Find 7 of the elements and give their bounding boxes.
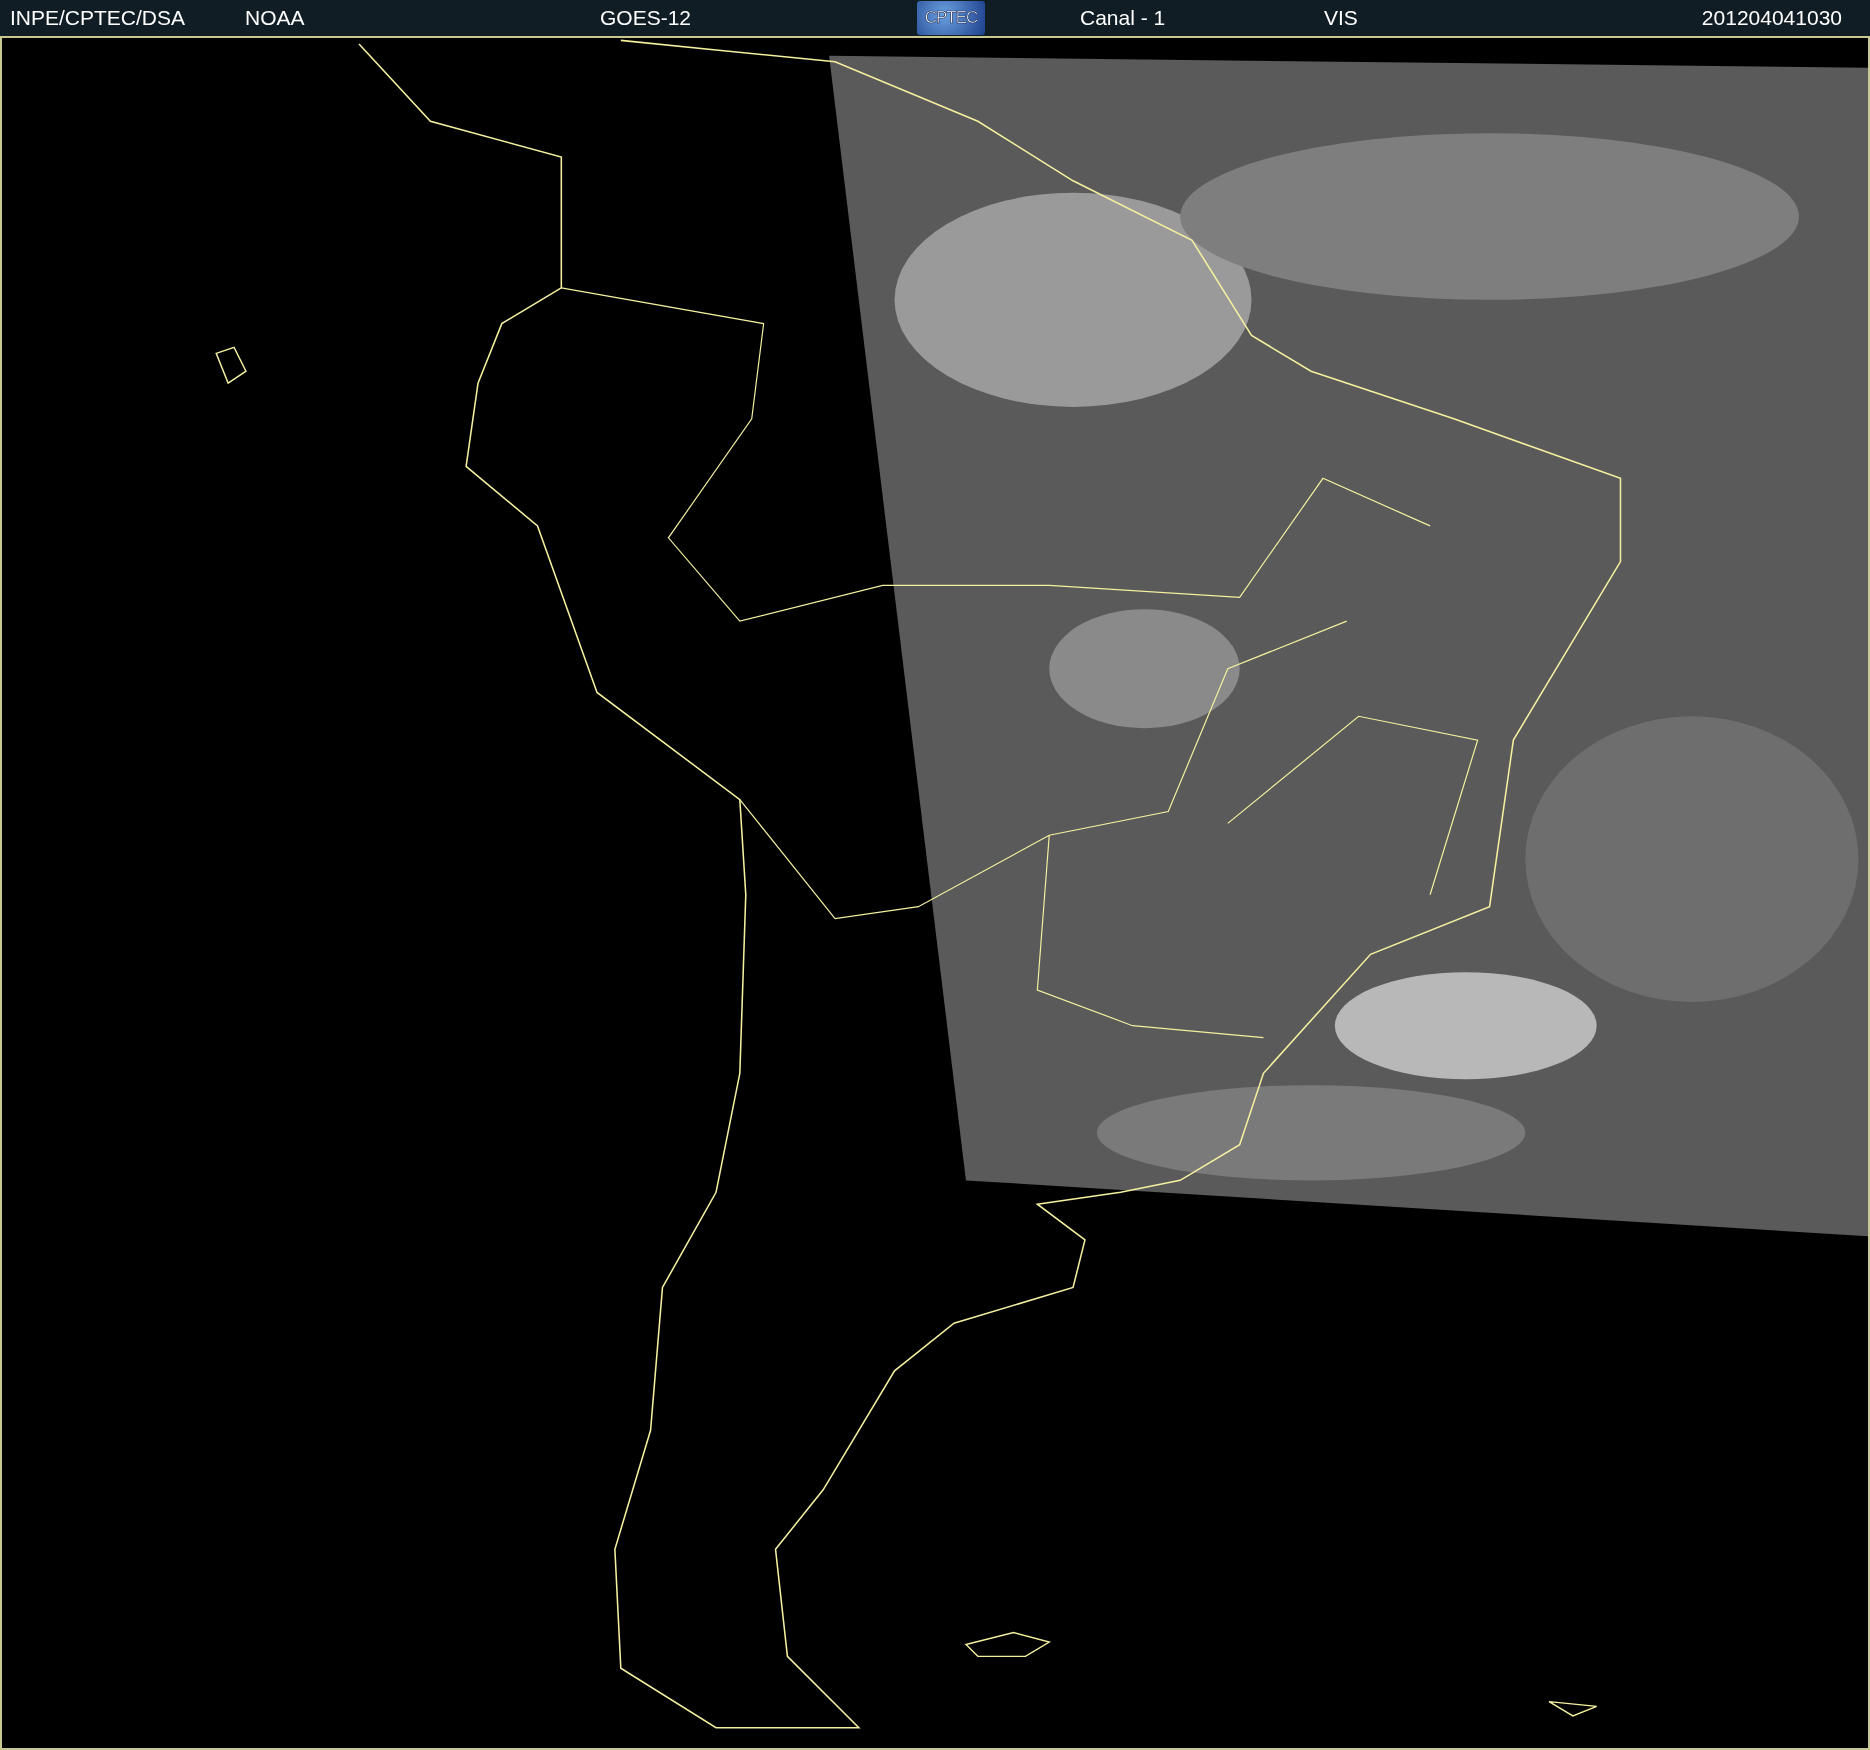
header-label: NOAA <box>245 6 306 30</box>
header-label: VIS <box>1324 6 1359 30</box>
header-label: Canal - 1 <box>1080 6 1167 30</box>
header-label: INPE/CPTEC/DSA <box>10 6 187 30</box>
timestamp: 201204041030 <box>1701 6 1842 30</box>
cptec-logo: CPTEC <box>917 1 985 35</box>
header-label: GOES-12 <box>600 6 693 30</box>
